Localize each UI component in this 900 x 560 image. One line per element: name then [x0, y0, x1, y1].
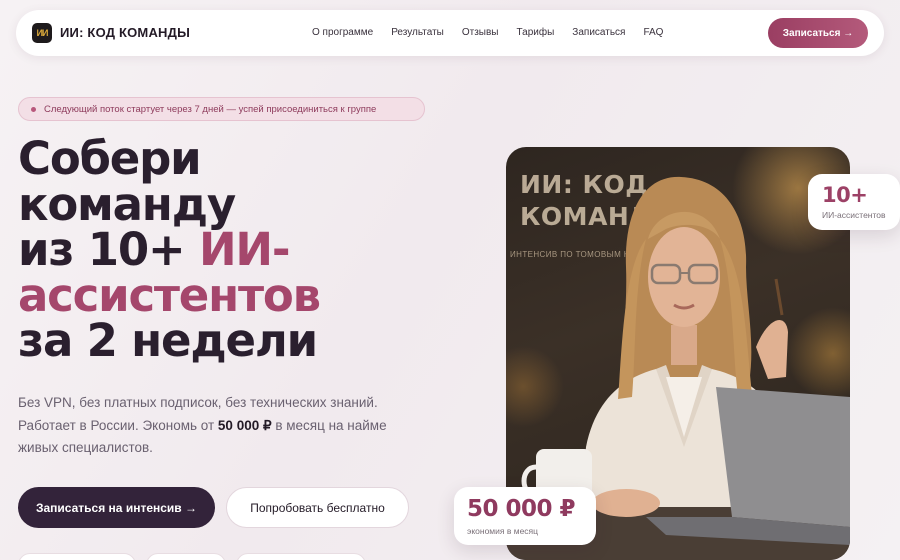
feature-chip	[236, 553, 366, 560]
enroll-intensive-button[interactable]: Записаться на интенсив →	[18, 487, 215, 528]
hero-subtitle-amount: 50 000 ₽	[217, 417, 272, 433]
nav-links: О программе Результаты Отзывы Тарифы Зап…	[312, 27, 663, 38]
stat-label: экономия в месяц	[467, 526, 539, 536]
nav-link-signup[interactable]: Записаться	[572, 27, 625, 38]
top-navbar: ИИ ИИ: КОД КОМАНДЫ О программе Результат…	[16, 10, 884, 56]
stat-label: ИИ-ассистентов	[822, 210, 886, 220]
feature-chip	[18, 553, 136, 560]
hero-title-line: за 2 недели	[18, 314, 318, 367]
feature-chip	[146, 553, 226, 560]
hero-subtitle: Без VPN, без платных подписок, без техни…	[18, 392, 418, 460]
try-free-button[interactable]: Попробовать бесплатно	[226, 487, 409, 528]
savings-stat-card: 50 000 ₽ экономия в месяц	[454, 487, 596, 545]
nav-link-faq[interactable]: FAQ	[643, 27, 663, 38]
brand-name[interactable]: ИИ: КОД КОМАНДЫ	[60, 25, 190, 40]
nav-link-about[interactable]: О программе	[312, 27, 373, 38]
assistants-stat-card: 10+ ИИ-ассистентов	[808, 174, 900, 230]
stat-value: 10+	[822, 183, 868, 207]
hero-title: Собери команду из 10+ ИИ- ассистентов за…	[18, 136, 488, 364]
nav-link-pricing[interactable]: Тарифы	[517, 27, 555, 38]
nav-link-results[interactable]: Результаты	[391, 27, 444, 38]
stat-value: 50 000 ₽	[467, 496, 576, 522]
badge-dot-icon	[31, 106, 36, 112]
nav-link-reviews[interactable]: Отзывы	[462, 27, 499, 38]
nav-signup-button[interactable]: Записаться →	[768, 18, 868, 48]
feature-chips	[18, 553, 366, 560]
badge-text: Следующий поток стартует через 7 дней — …	[44, 103, 377, 115]
logo-icon[interactable]: ИИ	[32, 23, 52, 43]
next-cohort-badge: Следующий поток стартует через 7 дней — …	[18, 97, 425, 121]
